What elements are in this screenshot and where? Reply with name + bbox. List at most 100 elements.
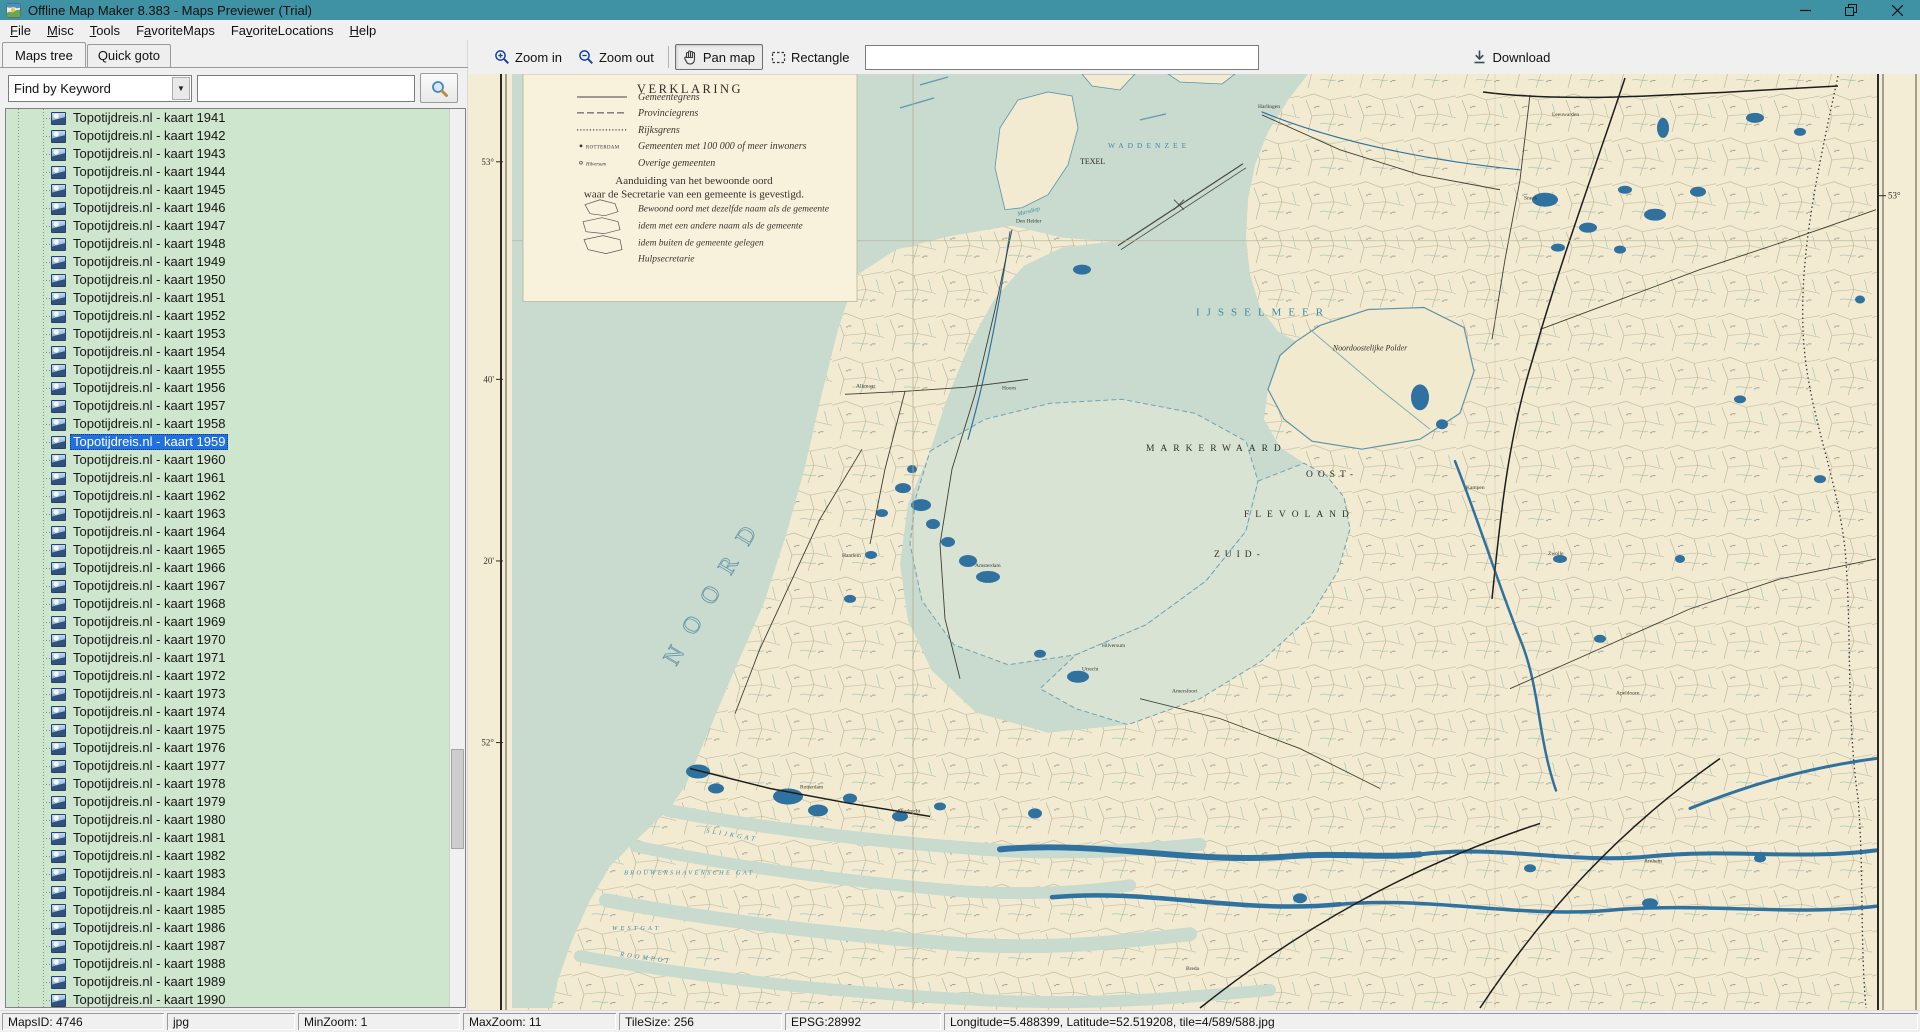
tree-connector xyxy=(43,280,50,281)
tree-item[interactable]: Topotijdreis.nl - kaart 1977 xyxy=(6,757,449,775)
find-mode-dropdown[interactable]: Find by Keyword ▼ xyxy=(8,75,192,102)
map-layer-icon xyxy=(51,724,66,737)
tab-maps-tree[interactable]: Maps tree xyxy=(2,42,86,68)
tree-item[interactable]: Topotijdreis.nl - kaart 1945 xyxy=(6,181,449,199)
menu-help[interactable]: Help xyxy=(341,22,384,39)
tree-connector xyxy=(43,496,50,497)
tree-connector xyxy=(43,460,50,461)
tree-item[interactable]: Topotijdreis.nl - kaart 1968 xyxy=(6,595,449,613)
map-layer-icon xyxy=(51,796,66,809)
tree-item-label: Topotijdreis.nl - kaart 1986 xyxy=(70,920,228,936)
download-button[interactable]: Download xyxy=(1464,44,1558,70)
tree-connector xyxy=(43,190,50,191)
map-viewport[interactable]: 53° 40' 20' 52° 53° VERKLARING xyxy=(468,74,1920,1010)
tree-item[interactable]: Topotijdreis.nl - kaart 1982 xyxy=(6,847,449,865)
tree-item[interactable]: Topotijdreis.nl - kaart 1950 xyxy=(6,271,449,289)
tree-item[interactable]: Topotijdreis.nl - kaart 1986 xyxy=(6,919,449,937)
tree-item[interactable]: Topotijdreis.nl - kaart 1942 xyxy=(6,127,449,145)
tree-item[interactable]: Topotijdreis.nl - kaart 1974 xyxy=(6,703,449,721)
tree-item[interactable]: Topotijdreis.nl - kaart 1958 xyxy=(6,415,449,433)
tree-item[interactable]: Topotijdreis.nl - kaart 1956 xyxy=(6,379,449,397)
menu-file[interactable]: File xyxy=(2,22,39,39)
tree-item[interactable]: Topotijdreis.nl - kaart 1973 xyxy=(6,685,449,703)
map-layer-icon xyxy=(51,760,66,773)
tree-connector xyxy=(43,424,50,425)
tree-item[interactable]: Topotijdreis.nl - kaart 1975 xyxy=(6,721,449,739)
search-input[interactable] xyxy=(197,75,415,102)
tree-item[interactable]: Topotijdreis.nl - kaart 1980 xyxy=(6,811,449,829)
tree-item[interactable]: Topotijdreis.nl - kaart 1989 xyxy=(6,973,449,991)
zoom-out-button[interactable]: Zoom out xyxy=(570,44,662,70)
tree-item[interactable]: Topotijdreis.nl - kaart 1966 xyxy=(6,559,449,577)
restore-button[interactable] xyxy=(1828,0,1874,20)
tree-item[interactable]: Topotijdreis.nl - kaart 1987 xyxy=(6,937,449,955)
tree-item[interactable]: Topotijdreis.nl - kaart 1941 xyxy=(6,109,449,127)
tree-scrollbar-thumb[interactable] xyxy=(451,749,464,849)
map-layer-icon xyxy=(51,778,66,791)
menu-tools[interactable]: Tools xyxy=(82,22,128,39)
minimize-button[interactable] xyxy=(1782,0,1828,20)
tree-item[interactable]: Topotijdreis.nl - kaart 1967 xyxy=(6,577,449,595)
rectangle-button[interactable]: Rectangle xyxy=(763,45,858,70)
tree-item[interactable]: Topotijdreis.nl - kaart 1962 xyxy=(6,487,449,505)
tree-item[interactable]: Topotijdreis.nl - kaart 1972 xyxy=(6,667,449,685)
tree-item[interactable]: Topotijdreis.nl - kaart 1985 xyxy=(6,901,449,919)
tree-item[interactable]: Topotijdreis.nl - kaart 1979 xyxy=(6,793,449,811)
tree-item[interactable]: Topotijdreis.nl - kaart 1988 xyxy=(6,955,449,973)
search-button[interactable] xyxy=(420,73,458,103)
tree-item[interactable]: Topotijdreis.nl - kaart 1969 xyxy=(6,613,449,631)
tree-item-label: Topotijdreis.nl - kaart 1944 xyxy=(70,164,228,180)
find-mode-value: Find by Keyword xyxy=(9,81,172,96)
menu-favoritelocations[interactable]: FavoriteLocations xyxy=(223,22,342,39)
menu-favoritemaps[interactable]: FavoriteMaps xyxy=(128,22,223,39)
tree-item[interactable]: Topotijdreis.nl - kaart 1953 xyxy=(6,325,449,343)
tree-item[interactable]: Topotijdreis.nl - kaart 1944 xyxy=(6,163,449,181)
tree-item[interactable]: Topotijdreis.nl - kaart 1971 xyxy=(6,649,449,667)
tree-item[interactable]: Topotijdreis.nl - kaart 1952 xyxy=(6,307,449,325)
tree-item[interactable]: Topotijdreis.nl - kaart 1963 xyxy=(6,505,449,523)
tree-item[interactable]: Topotijdreis.nl - kaart 1946 xyxy=(6,199,449,217)
tab-quick-goto[interactable]: Quick goto xyxy=(87,44,171,67)
tree-item-label: Topotijdreis.nl - kaart 1950 xyxy=(70,272,228,288)
tree-item[interactable]: Topotijdreis.nl - kaart 1964 xyxy=(6,523,449,541)
tree-item[interactable]: Topotijdreis.nl - kaart 1943 xyxy=(6,145,449,163)
tree-item[interactable]: Topotijdreis.nl - kaart 1965 xyxy=(6,541,449,559)
tree-item[interactable]: Topotijdreis.nl - kaart 1978 xyxy=(6,775,449,793)
map-image[interactable]: 53° 40' 20' 52° 53° VERKLARING xyxy=(468,74,1920,1010)
tree-item[interactable]: Topotijdreis.nl - kaart 1947 xyxy=(6,217,449,235)
svg-text:53°: 53° xyxy=(481,157,494,167)
tree-item[interactable]: Topotijdreis.nl - kaart 1955 xyxy=(6,361,449,379)
tree-item[interactable]: Topotijdreis.nl - kaart 1959 xyxy=(6,433,449,451)
toolbar-input[interactable] xyxy=(865,45,1259,70)
tree-item[interactable]: Topotijdreis.nl - kaart 1954 xyxy=(6,343,449,361)
tree-item[interactable]: Topotijdreis.nl - kaart 1961 xyxy=(6,469,449,487)
close-button[interactable] xyxy=(1874,0,1920,20)
map-layer-icon xyxy=(51,220,66,233)
tree-item[interactable]: Topotijdreis.nl - kaart 1976 xyxy=(6,739,449,757)
chevron-down-icon[interactable]: ▼ xyxy=(172,77,190,100)
tree-item[interactable]: Topotijdreis.nl - kaart 1960 xyxy=(6,451,449,469)
close-icon xyxy=(1892,5,1903,16)
tree-connector xyxy=(43,856,50,857)
tree-item-label: Topotijdreis.nl - kaart 1943 xyxy=(70,146,228,162)
markerwaard-label: MARKERWAARD xyxy=(1146,444,1287,454)
texel-label: TEXEL xyxy=(1080,157,1105,166)
pan-map-button[interactable]: Pan map xyxy=(675,44,763,70)
map-layer-icon xyxy=(51,490,66,503)
tree-item[interactable]: Topotijdreis.nl - kaart 1951 xyxy=(6,289,449,307)
tree-item-label: Topotijdreis.nl - kaart 1981 xyxy=(70,830,228,846)
tree-scrollbar[interactable] xyxy=(449,109,465,1007)
svg-text:Gemeenten met 100 000 of meer: Gemeenten met 100 000 of meer inwoners xyxy=(638,141,807,152)
tree-item[interactable]: Topotijdreis.nl - kaart 1948 xyxy=(6,235,449,253)
tree-item[interactable]: Topotijdreis.nl - kaart 1990 xyxy=(6,991,449,1007)
tree-item[interactable]: Topotijdreis.nl - kaart 1949 xyxy=(6,253,449,271)
tree-item[interactable]: Topotijdreis.nl - kaart 1970 xyxy=(6,631,449,649)
map-layer-icon xyxy=(51,166,66,179)
tree-item[interactable]: Topotijdreis.nl - kaart 1984 xyxy=(6,883,449,901)
tree-item[interactable]: Topotijdreis.nl - kaart 1981 xyxy=(6,829,449,847)
zoom-in-button[interactable]: Zoom in xyxy=(486,44,570,70)
tree-item[interactable]: Topotijdreis.nl - kaart 1983 xyxy=(6,865,449,883)
map-layer-icon xyxy=(51,130,66,143)
tree-item[interactable]: Topotijdreis.nl - kaart 1957 xyxy=(6,397,449,415)
menu-misc[interactable]: Misc xyxy=(39,22,82,39)
